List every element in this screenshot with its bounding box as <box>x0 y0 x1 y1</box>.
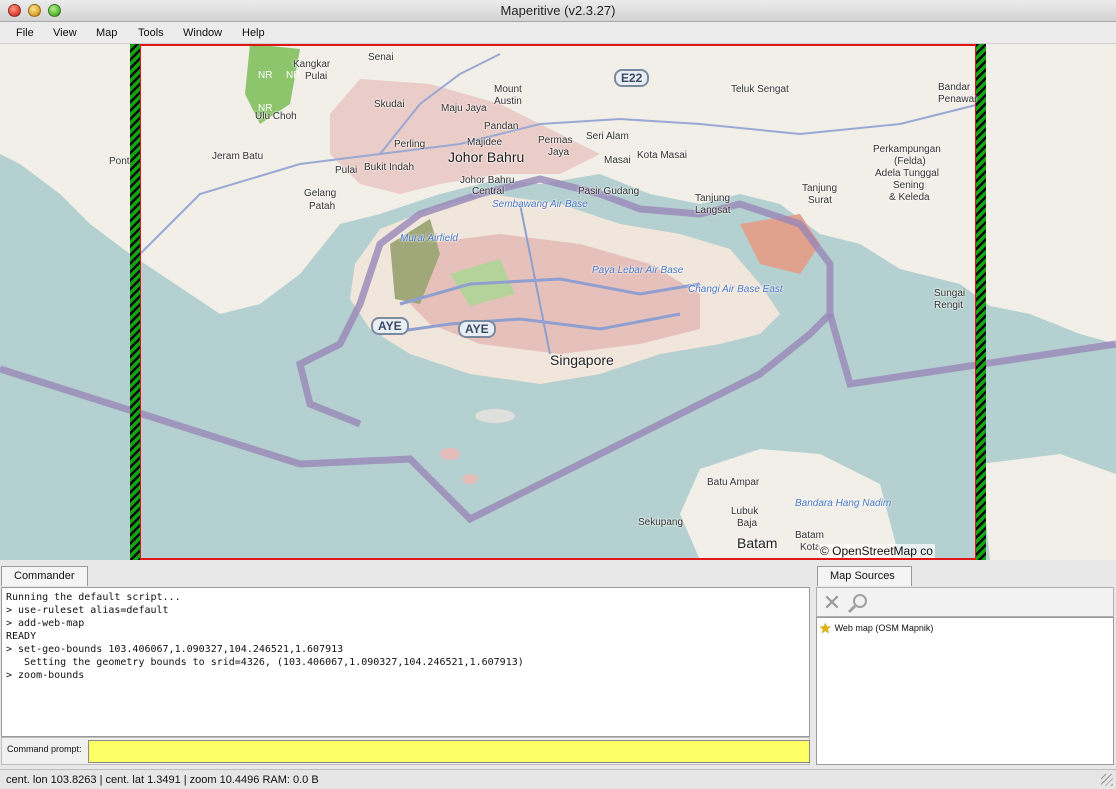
map-label: Permas <box>538 135 573 146</box>
map-label: Sembawang Air Base <box>492 199 588 210</box>
map-label: Perkampungan <box>873 144 941 155</box>
map-label: Paya Lebar Air Base <box>592 265 684 276</box>
map-label: Majidee <box>467 137 503 148</box>
list-item[interactable]: ★ Web map (OSM Mapnik) <box>819 621 933 635</box>
map-label: Tanjung <box>802 183 838 194</box>
map-label: Lubuk <box>731 506 759 517</box>
map-label: Teluk Sengat <box>731 84 789 95</box>
map-label: Bandar <box>938 82 971 93</box>
map-label: Penawar <box>938 94 978 105</box>
map-label: Sening <box>893 180 925 191</box>
map-source-label: Web map (OSM Mapnik) <box>834 623 934 633</box>
status-text: cent. lon 103.8263 | cent. lat 1.3491 | … <box>6 774 319 786</box>
map-label: NR <box>258 103 273 114</box>
menu-bar: File View Map Tools Window Help <box>0 22 1116 44</box>
map-label: Mount <box>494 84 522 95</box>
map-label: Patah <box>309 201 336 212</box>
menu-window[interactable]: Window <box>183 27 222 39</box>
map-label: & Keleda <box>889 192 930 203</box>
command-prompt-input[interactable] <box>88 740 810 763</box>
menu-map[interactable]: Map <box>96 27 117 39</box>
map-label: Maju Jaya <box>441 103 487 114</box>
map-sources-toolbar: ✕ <box>816 587 1114 617</box>
map-label: Jaya <box>548 147 570 158</box>
map-copyright: © OpenStreetMap co <box>818 544 935 558</box>
map-label: Jeram Batu <box>212 151 264 162</box>
map-label: Singapore <box>550 352 614 368</box>
tab-commander[interactable]: Commander <box>1 566 88 586</box>
map-label: Changi Air Base East <box>688 284 783 295</box>
menu-file[interactable]: File <box>16 27 34 39</box>
menu-tools[interactable]: Tools <box>138 27 164 39</box>
map-label: Batam <box>795 530 824 541</box>
command-prompt-row: Command prompt: <box>1 737 810 765</box>
map-label: Pont <box>109 156 130 167</box>
highway-shield: E22 <box>614 69 650 87</box>
window-title: Maperitive (v2.3.27) <box>500 3 616 18</box>
map-label: Bandara Hang Nadim <box>795 498 892 509</box>
highway-shield: AYE <box>458 320 496 338</box>
commander-log: Running the default script... > use-rule… <box>1 587 810 737</box>
close-icon[interactable]: ✕ <box>821 592 843 614</box>
magnifier-icon[interactable] <box>847 592 869 614</box>
map-label: Perling <box>394 139 426 150</box>
map-label: Austin <box>494 96 522 107</box>
star-icon: ★ <box>819 620 832 636</box>
map-label: Pandan <box>484 121 519 132</box>
map-label: Seri Alam <box>586 131 629 142</box>
map-label: NR <box>286 70 301 81</box>
map-label: Batam <box>737 535 778 551</box>
menu-view[interactable]: View <box>53 27 77 39</box>
map-label: Tanjung <box>695 193 731 204</box>
status-bar: cent. lon 103.8263 | cent. lat 1.3491 | … <box>0 769 1116 789</box>
map-label: Johor Bahru <box>460 175 515 186</box>
map-label: Pasir Gudang <box>578 186 640 197</box>
map-label: Pulai <box>335 165 358 176</box>
map-label: Pulai <box>305 71 328 82</box>
resize-grip[interactable] <box>1101 774 1113 786</box>
map-label: Sungai <box>934 288 966 299</box>
map-label: Skudai <box>374 99 405 110</box>
map-label: Sekupang <box>638 517 684 528</box>
command-prompt-label: Command prompt: <box>7 744 82 754</box>
map-sources-list: ★ Web map (OSM Mapnik) <box>816 617 1114 765</box>
map-label: Kota Masai <box>637 150 688 161</box>
map-canvas[interactable]: Senai Kangkar Pulai Ulu Choh Skudai Maju… <box>0 44 1116 560</box>
map-label: Johor Bahru <box>448 149 525 165</box>
map-label: NR <box>258 70 273 81</box>
map-label: Central <box>472 186 505 197</box>
map-label: Murai Airfield <box>400 233 458 244</box>
map-label: Baja <box>737 518 758 529</box>
map-label: Bukit Indah <box>364 162 415 173</box>
map-label: Adela Tunggal <box>875 168 939 179</box>
map-label: Gelang <box>304 188 337 199</box>
map-label: (Felda) <box>894 156 926 167</box>
map-label: Kangkar <box>293 59 331 70</box>
map-label: Langsat <box>695 205 731 216</box>
map-label: Surat <box>808 195 832 206</box>
map-label: Rengit <box>934 300 963 311</box>
map-label: Batu Ampar <box>707 477 760 488</box>
title-bar: Maperitive (v2.3.27) <box>0 0 1116 22</box>
map-label: Senai <box>368 52 394 63</box>
tab-map-sources[interactable]: Map Sources <box>817 566 912 586</box>
map-label: Masai <box>604 155 631 166</box>
highway-shield: AYE <box>371 317 409 335</box>
menu-help[interactable]: Help <box>242 27 265 39</box>
